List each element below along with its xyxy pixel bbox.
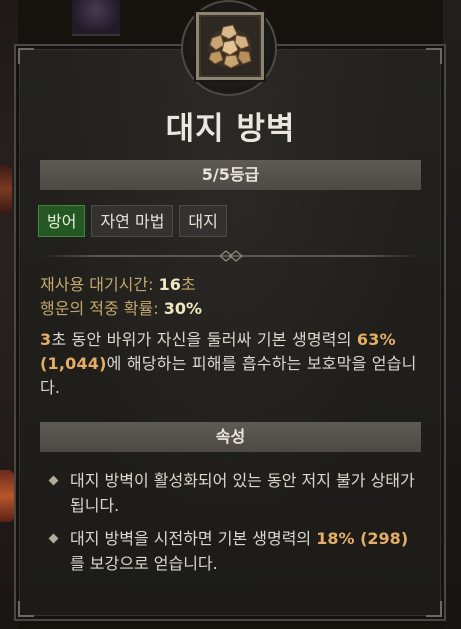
property-item: 대지 방벽을 시전하면 기본 생명력의 18% (298) 를 보강으로 얻습니다… [48,526,420,576]
lucky-hit-label: 행운의 적중 확률: [40,299,159,318]
fortify-value: 18% (298) [316,529,409,548]
earthen-bulwark-rocks-icon [202,18,258,74]
lucky-hit-value: 30% [163,299,202,318]
divider-ornament-icon [218,250,244,262]
description-text-1: 초 동안 바위가 자신을 둘러싸 기본 생명력의 [51,330,352,349]
cooldown-label: 재사용 대기시간: [40,275,154,294]
skill-name-ref: 대지 방벽 [70,471,134,490]
skill-rank: 5/5등급 [40,160,421,190]
tag-defensive: 방어 [38,205,86,237]
lucky-hit-line: 행운의 적중 확률: 30% [40,297,430,321]
tag-nature-magic: 자연 마법 [91,205,174,237]
tag-earth: 대지 [179,205,227,237]
property-text-after: 를 보강으로 얻습니다. [70,554,218,573]
skill-description: 3초 동안 바위가 자신을 둘러싸 기본 생명력의 63% (1,044)에 해… [40,328,430,400]
cooldown-unit: 초 [180,275,196,294]
skill-tags: 방어 자연 마법 대지 [38,205,227,237]
skill-stats: 재사용 대기시간: 16초 행운의 적중 확률: 30% [40,273,430,321]
corner-ornament [18,601,34,617]
property-text: 대지 방벽이 활성화되어 있는 동안 저지 불가 상태가 됩니다. [70,468,420,518]
bullet-diamond-icon [48,475,59,486]
corner-ornament [426,48,442,64]
game-screen: 대지 방벽 5/5등급 방어 자연 마법 대지 재사용 대기시간: 16초 행운… [0,0,461,629]
corner-ornament [426,601,442,617]
bullet-diamond-icon [48,533,59,544]
property-text-mid: 을 시전하면 기본 생명력의 [133,529,317,548]
background-gem-icon-lower [0,470,14,522]
background-skill-slot[interactable] [72,0,120,36]
cooldown-value: 16 [158,275,181,294]
skill-icon [196,12,264,80]
property-item: 대지 방벽이 활성화되어 있는 동안 저지 불가 상태가 됩니다. [48,468,420,518]
properties-header: 속성 [40,422,421,452]
skill-name-ref: 대지 방벽 [70,529,134,548]
corner-ornament [18,48,34,64]
skill-title: 대지 방벽 [165,111,296,147]
property-text: 대지 방벽을 시전하면 기본 생명력의 18% (298) 를 보강으로 얻습니다… [70,526,420,576]
background-gem-icon [0,165,12,213]
cooldown-line: 재사용 대기시간: 16초 [40,273,430,297]
duration-value: 3 [40,330,52,349]
